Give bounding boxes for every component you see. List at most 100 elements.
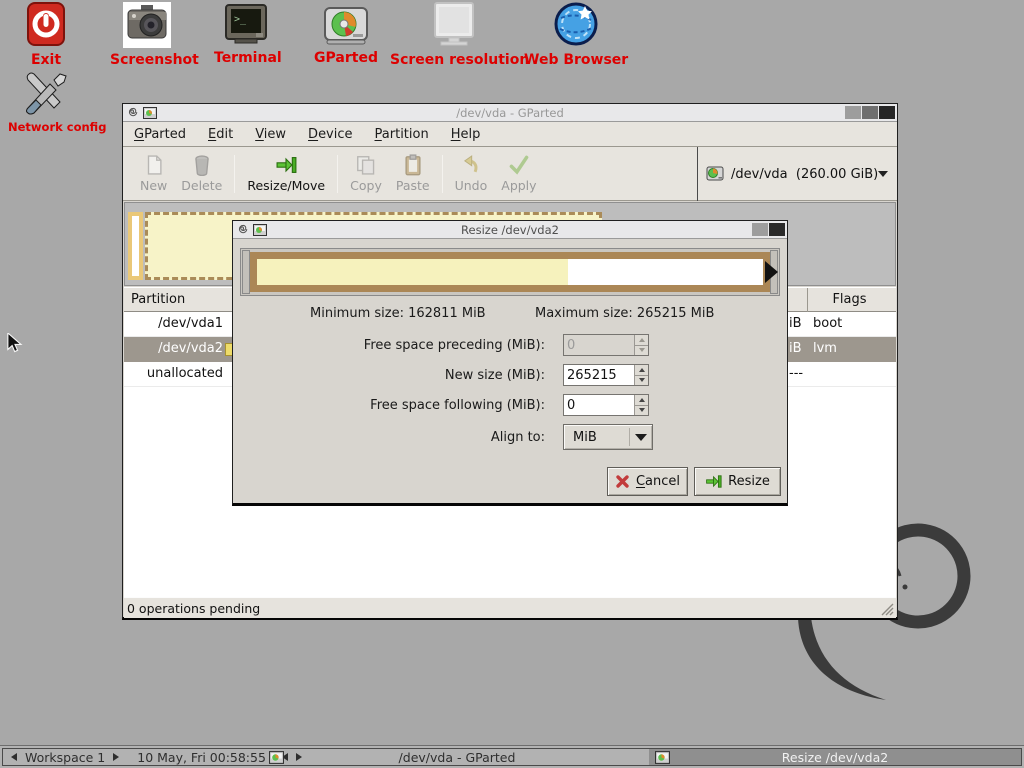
desktop-icon-label: GParted	[314, 50, 378, 66]
svg-text:>_: >_	[234, 14, 247, 25]
resize-slider[interactable]	[240, 248, 780, 296]
cancel-button[interactable]: Cancel	[607, 467, 688, 496]
copy-icon	[355, 154, 377, 176]
slider-resize-handle-icon[interactable]	[765, 261, 778, 283]
gparted-app-icon	[269, 751, 284, 764]
chevron-down-icon	[878, 171, 888, 177]
minimize-button[interactable]	[845, 106, 861, 119]
dialog-titlebar[interactable]: Resize /dev/vda2	[233, 221, 787, 239]
resize-arrow-icon	[705, 473, 722, 490]
workspace-next-icon[interactable]	[113, 753, 119, 761]
clock: 10 May, Fri 00:58:55	[137, 750, 266, 765]
spin-stepper	[634, 335, 648, 355]
spin-up-icon	[635, 365, 648, 376]
menu-view[interactable]: View	[244, 122, 297, 146]
desktop-icon-exit[interactable]: Exit	[16, 2, 76, 68]
new-size-input[interactable]	[564, 365, 634, 385]
desktop-icon-label: Terminal	[214, 50, 278, 66]
close-button[interactable]	[879, 106, 895, 119]
undo-button[interactable]: Undo	[448, 151, 495, 196]
resize-grip-icon[interactable]	[879, 601, 894, 616]
undo-icon	[460, 154, 482, 176]
slider-left-grip[interactable]	[242, 250, 250, 294]
task-title: /dev/vda - GParted	[265, 750, 649, 765]
camera-icon	[121, 2, 173, 48]
desktop-icon-web-browser[interactable]: Web Browser	[524, 2, 628, 68]
maximize-button[interactable]	[752, 223, 768, 236]
chevron-down-icon	[630, 434, 652, 441]
workspace-label[interactable]: Workspace 1	[25, 750, 105, 765]
workspace-prev-icon[interactable]	[11, 753, 17, 761]
apply-icon	[508, 154, 530, 176]
resize-move-button[interactable]: Resize/Move	[240, 151, 332, 196]
new-size-spinbox[interactable]	[563, 364, 649, 386]
apply-button[interactable]: Apply	[494, 151, 543, 196]
column-flags[interactable]: Flags	[807, 292, 892, 307]
desktop-icon-screenshot[interactable]: Screenshot	[110, 2, 184, 68]
desktop-icon-terminal[interactable]: >_ Terminal	[214, 4, 278, 66]
spin-down-icon	[635, 406, 648, 416]
desktop-icon-label: Web Browser	[524, 52, 628, 68]
spin-down-icon	[635, 376, 648, 386]
menubar: GParted Edit View Device Partition Help	[123, 122, 897, 147]
slider-track	[257, 259, 763, 285]
device-disk-icon	[706, 166, 724, 182]
free-space-following-input[interactable]	[564, 395, 634, 415]
toolbar-separator	[442, 155, 443, 193]
partition-name: /dev/vda1	[124, 316, 223, 331]
toolbar-separator	[234, 155, 235, 193]
cancel-x-icon	[615, 474, 630, 489]
partition-flags: boot	[813, 316, 842, 331]
status-text: 0 operations pending	[127, 601, 260, 616]
gparted-titlebar[interactable]: /dev/vda - GParted	[123, 104, 897, 122]
toolbar-separator	[337, 155, 338, 193]
taskbar-task-gparted[interactable]: /dev/vda - GParted	[265, 749, 649, 765]
partition-name: unallocated	[124, 366, 223, 381]
desktop-icon-gparted[interactable]: GParted	[314, 6, 378, 66]
monitor-icon	[429, 2, 479, 48]
new-icon	[143, 154, 165, 176]
maximum-size-label: Maximum size: 265215 MiB	[535, 306, 714, 321]
globe-icon	[551, 2, 601, 48]
delete-icon	[191, 154, 213, 176]
spin-stepper[interactable]	[634, 395, 648, 415]
paste-button[interactable]: Paste	[389, 151, 437, 196]
mouse-cursor	[6, 333, 24, 353]
desktop-icon-network-config[interactable]: Network config	[8, 70, 88, 134]
terminal-icon: >_	[223, 4, 269, 46]
column-partition[interactable]: Partition	[131, 292, 185, 307]
window-title: /dev/vda - GParted	[123, 106, 897, 120]
device-selector-value: /dev/vda (260.00 GiB)	[731, 167, 878, 182]
spin-stepper[interactable]	[634, 365, 648, 385]
resize-move-icon	[275, 154, 297, 176]
free-space-following-spinbox[interactable]	[563, 394, 649, 416]
copy-button[interactable]: Copy	[343, 151, 389, 196]
resize-button[interactable]: Resize	[694, 467, 781, 496]
free-space-preceding-label: Free space preceding (MiB):	[233, 338, 545, 353]
slider-used-space	[257, 259, 568, 285]
dialog-title: Resize /dev/vda2	[233, 223, 787, 237]
maximize-button[interactable]	[862, 106, 878, 119]
align-to-dropdown[interactable]: MiB	[563, 424, 653, 450]
taskbar-task-resize-dialog[interactable]: Resize /dev/vda2	[649, 749, 1021, 765]
free-space-preceding-spinbox	[563, 334, 649, 356]
power-icon	[25, 2, 67, 48]
new-button[interactable]: New	[133, 151, 174, 196]
device-selector[interactable]: /dev/vda (260.00 GiB)	[697, 147, 897, 201]
menu-gparted[interactable]: GParted	[123, 122, 197, 146]
delete-button[interactable]: Delete	[174, 151, 229, 196]
gparted-app-icon	[655, 751, 670, 764]
close-button[interactable]	[769, 223, 785, 236]
menu-partition[interactable]: Partition	[364, 122, 440, 146]
desktop: Exit Screenshot >_ Terminal	[0, 0, 1024, 768]
desktop-icon-screen-resolution[interactable]: Screen resolution	[390, 2, 518, 68]
disk-icon	[323, 6, 369, 46]
menu-help[interactable]: Help	[440, 122, 492, 146]
viz-partition-vda1[interactable]	[128, 212, 143, 280]
menu-device[interactable]: Device	[297, 122, 363, 146]
minimum-size-label: Minimum size: 162811 MiB	[310, 306, 486, 321]
align-to-label: Align to:	[233, 430, 545, 445]
tools-icon	[20, 70, 76, 116]
desktop-icon-label: Screen resolution	[390, 52, 518, 68]
menu-edit[interactable]: Edit	[197, 122, 244, 146]
